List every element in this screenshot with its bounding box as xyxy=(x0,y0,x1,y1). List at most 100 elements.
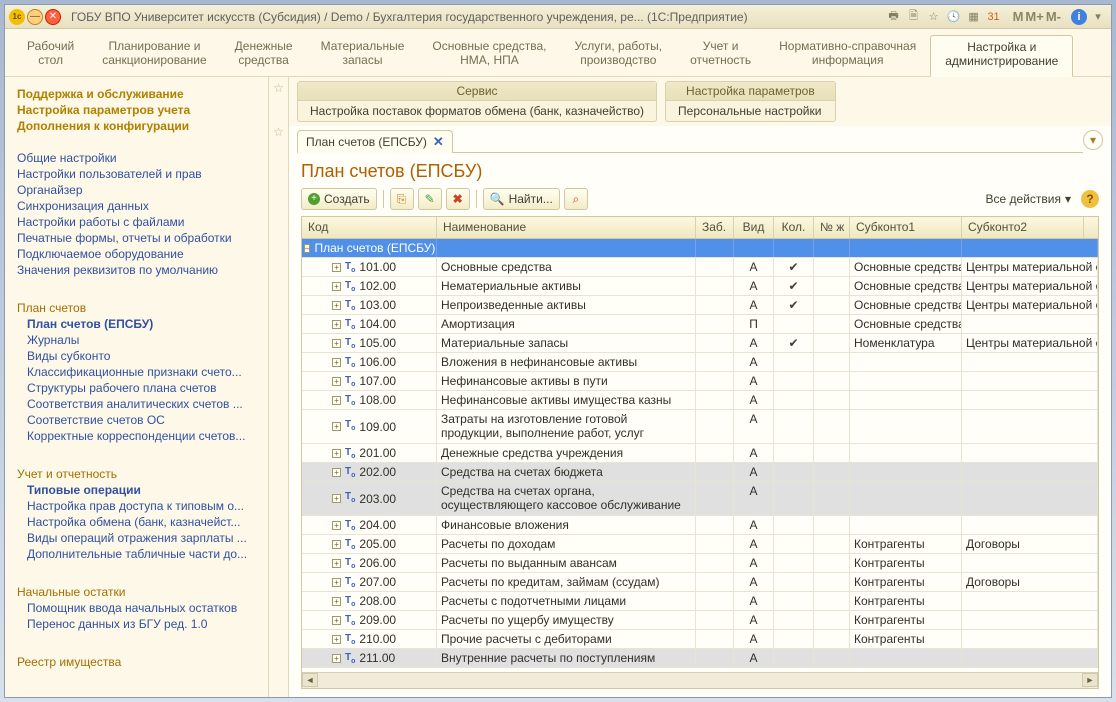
sidebar-link[interactable]: Классификационные признаки счето... xyxy=(27,365,264,379)
section-tab[interactable]: Планирование и санкционирование xyxy=(88,35,220,76)
tree-expand-icon[interactable]: + xyxy=(332,422,341,431)
star-icon[interactable]: ☆ xyxy=(273,81,284,95)
sidebar-link[interactable]: Общие настройки xyxy=(17,151,264,165)
sidebar-subhead[interactable]: Учет и отчетность xyxy=(17,467,264,481)
tree-expand-icon[interactable]: + xyxy=(332,635,341,644)
sidebar-link[interactable]: Виды субконто xyxy=(27,349,264,363)
section-tab[interactable]: Основные средства, НМА, НПА xyxy=(418,35,560,76)
sidebar-link[interactable]: Журналы xyxy=(27,333,264,347)
tree-expand-icon[interactable]: + xyxy=(332,521,341,530)
table-row[interactable]: +To209.00Расчеты по ущербу имуществуАКон… xyxy=(302,611,1098,630)
table-row[interactable]: +To104.00АмортизацияПОсновные средства xyxy=(302,315,1098,334)
col-zab[interactable]: Заб. xyxy=(696,217,734,238)
find-button[interactable]: 🔍 Найти... xyxy=(483,188,560,210)
table-row[interactable]: +To203.00Средства на счетах органа, осущ… xyxy=(302,482,1098,516)
tree-expand-icon[interactable]: + xyxy=(332,358,341,367)
memory-mminus-button[interactable]: M- xyxy=(1046,9,1061,24)
tree-expand-icon[interactable]: + xyxy=(332,377,341,386)
table-row[interactable]: +To206.00Расчеты по выданным авансамАКон… xyxy=(302,554,1098,573)
col-vid[interactable]: Вид xyxy=(734,217,774,238)
col-kol[interactable]: Кол. xyxy=(774,217,814,238)
sidebar-link[interactable]: Корректные корреспонденции счетов... xyxy=(27,429,264,443)
col-subkonto1[interactable]: Субконто1 xyxy=(850,217,962,238)
sidebar-link[interactable]: Печатные формы, отчеты и обработки xyxy=(17,231,264,245)
sidebar-link[interactable]: Настройки работы с файлами xyxy=(17,215,264,229)
tree-collapse-icon[interactable]: – xyxy=(304,244,310,253)
section-tab[interactable]: Учет и отчетность xyxy=(676,35,765,76)
service-panel-link[interactable]: Настройка поставок форматов обмена (банк… xyxy=(298,101,656,121)
tree-expand-icon[interactable]: + xyxy=(332,654,341,663)
table-row[interactable]: +To207.00Расчеты по кредитам, займам (сс… xyxy=(302,573,1098,592)
sidebar-subhead[interactable]: Реестр имущества xyxy=(17,655,264,669)
section-tab[interactable]: Настройка и администрирование xyxy=(930,35,1073,77)
table-row[interactable]: +To205.00Расчеты по доходамАКонтрагентыД… xyxy=(302,535,1098,554)
clear-find-button[interactable]: ⌕ xyxy=(564,188,588,210)
tree-expand-icon[interactable]: + xyxy=(332,597,341,606)
col-name[interactable]: Наименование xyxy=(437,217,696,238)
sidebar-subhead[interactable]: Начальные остатки xyxy=(17,585,264,599)
document-tab[interactable]: План счетов (ЕПСБУ) ✕ xyxy=(297,130,453,153)
minimize-icon[interactable]: — xyxy=(27,9,43,25)
delete-button[interactable]: ✖ xyxy=(446,188,470,210)
print-icon[interactable]: 🖶 xyxy=(885,9,903,25)
sidebar-link[interactable]: Органайзер xyxy=(17,183,264,197)
sidebar-link[interactable]: Настройки пользователей и прав xyxy=(17,167,264,181)
print-preview-icon[interactable]: 🗎 xyxy=(905,9,923,25)
tree-expand-icon[interactable]: + xyxy=(332,494,341,503)
table-row[interactable]: +To109.00Затраты на изготовление готовой… xyxy=(302,410,1098,444)
table-row[interactable]: +To105.00Материальные запасыА✔Номенклату… xyxy=(302,334,1098,353)
calendar-icon[interactable]: 31 xyxy=(985,9,1003,25)
sidebar-link[interactable]: Типовые операции xyxy=(27,483,264,497)
table-row[interactable]: +To106.00Вложения в нефинансовые активыА xyxy=(302,353,1098,372)
sidebar-link[interactable]: Соответствие счетов ОС xyxy=(27,413,264,427)
sidebar-link[interactable]: Соответствия аналитических счетов ... xyxy=(27,397,264,411)
table-row[interactable]: +To201.00Денежные средства учрежденияА xyxy=(302,444,1098,463)
sidebar-heading[interactable]: Дополнения к конфигурации xyxy=(17,119,264,133)
col-subkonto2[interactable]: Субконто2 xyxy=(962,217,1084,238)
sidebar-link[interactable]: Настройка прав доступа к типовым о... xyxy=(27,499,264,513)
tree-expand-icon[interactable]: + xyxy=(332,263,341,272)
sidebar-heading[interactable]: Поддержка и обслуживание xyxy=(17,87,264,101)
table-row[interactable]: +To202.00Средства на счетах бюджетаА xyxy=(302,463,1098,482)
table-row[interactable]: +To107.00Нефинансовые активы в путиА xyxy=(302,372,1098,391)
sidebar-link[interactable]: Дополнительные табличные части до... xyxy=(27,547,264,561)
info-icon[interactable]: i xyxy=(1071,9,1087,25)
service-panel-link[interactable]: Персональные настройки xyxy=(666,101,835,121)
table-row[interactable]: +To208.00Расчеты с подотчетными лицамиАК… xyxy=(302,592,1098,611)
section-tab[interactable]: Денежные средства xyxy=(221,35,307,76)
sidebar-link[interactable]: Структуры рабочего плана счетов xyxy=(27,381,264,395)
copy-button[interactable]: ⎘ xyxy=(390,188,414,210)
memory-mplus-button[interactable]: M+ xyxy=(1025,9,1043,24)
table-row[interactable]: +To101.00Основные средстваА✔Основные сре… xyxy=(302,258,1098,277)
help-icon[interactable]: ? xyxy=(1081,190,1099,208)
all-actions-button[interactable]: Все действия ▾ xyxy=(980,188,1078,210)
sidebar-link[interactable]: Виды операций отражения зарплаты ... xyxy=(27,531,264,545)
tree-expand-icon[interactable]: + xyxy=(332,559,341,568)
sidebar-link[interactable]: План счетов (ЕПСБУ) xyxy=(27,317,264,331)
col-code[interactable]: Код xyxy=(302,217,437,238)
tree-expand-icon[interactable]: + xyxy=(332,578,341,587)
table-row[interactable]: +To108.00Нефинансовые активы имущества к… xyxy=(302,391,1098,410)
tree-expand-icon[interactable]: + xyxy=(332,616,341,625)
sidebar-heading[interactable]: Настройка параметров учета xyxy=(17,103,264,117)
calc-icon[interactable]: ▦ xyxy=(965,9,983,25)
sidebar-link[interactable]: Подключаемое оборудование xyxy=(17,247,264,261)
sidebar-link[interactable]: Настройка обмена (банк, казначейст... xyxy=(27,515,264,529)
table-row[interactable]: +To102.00Нематериальные активыА✔Основные… xyxy=(302,277,1098,296)
grid-root-row[interactable]: –План счетов (ЕПСБУ) xyxy=(302,239,1098,258)
tree-expand-icon[interactable]: + xyxy=(332,339,341,348)
section-tab[interactable]: Материальные запасы xyxy=(307,35,419,76)
scroll-right-icon[interactable]: ► xyxy=(1082,673,1098,687)
section-tab[interactable]: Услуги, работы, производство xyxy=(560,35,676,76)
tree-expand-icon[interactable]: + xyxy=(332,449,341,458)
tree-expand-icon[interactable]: + xyxy=(332,320,341,329)
sidebar-link[interactable]: Помощник ввода начальных остатков xyxy=(27,601,264,615)
col-nz[interactable]: № ж xyxy=(814,217,850,238)
tree-expand-icon[interactable]: + xyxy=(332,468,341,477)
dropdown-icon[interactable]: ▾ xyxy=(1089,9,1107,25)
table-row[interactable]: +To103.00Непроизведенные активыА✔Основны… xyxy=(302,296,1098,315)
scroll-left-icon[interactable]: ◄ xyxy=(302,673,318,687)
edit-button[interactable]: ✎ xyxy=(418,188,442,210)
tab-menu-icon[interactable]: ▾ xyxy=(1083,130,1103,150)
tree-expand-icon[interactable]: + xyxy=(332,301,341,310)
